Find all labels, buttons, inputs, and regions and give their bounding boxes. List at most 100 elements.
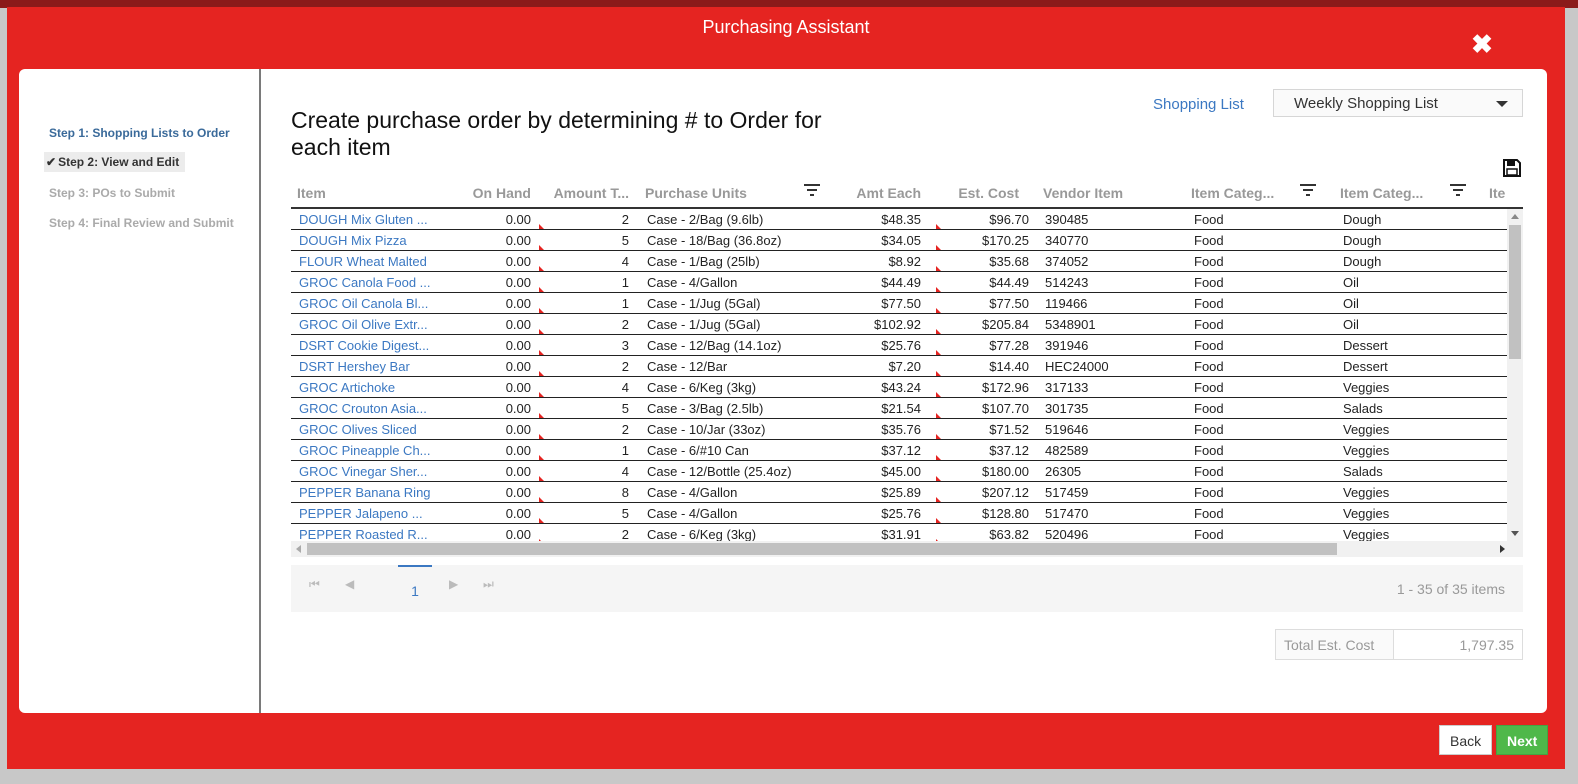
table-cell: Dessert	[1343, 359, 1388, 374]
table-cell: 0.00	[505, 254, 531, 269]
table-cell: 0.00	[505, 527, 531, 541]
close-icon[interactable]: ✖	[1469, 31, 1495, 57]
table-cell: $8.92	[888, 254, 921, 269]
col-item-more[interactable]: Ite	[1489, 185, 1523, 201]
table-row[interactable]: GROC Oil Canola Bl... 0.00 1 Case - 1/Jug (…	[291, 293, 1507, 314]
vertical-scrollbar[interactable]	[1507, 209, 1523, 541]
item-link[interactable]: GROC Oil Canola Bl...	[299, 296, 437, 311]
check-icon: ✔	[46, 155, 57, 169]
table-cell: Oil	[1343, 317, 1359, 332]
table-cell: 519646	[1045, 422, 1089, 437]
table-cell: 4	[621, 380, 629, 395]
table-row[interactable]: GROC Artichoke 0.00 4 Case - 6/Keg (3kg) $43…	[291, 377, 1507, 398]
back-button[interactable]: Back	[1439, 725, 1493, 755]
table-cell: Case - 6/Keg (3kg)	[647, 527, 757, 541]
table-row[interactable]: GROC Pineapple Ch... 0.00 1 Case - 6/#10 Ca…	[291, 440, 1507, 461]
scroll-up-icon[interactable]	[1511, 214, 1519, 219]
table-cell: 0.00	[505, 275, 531, 290]
item-link[interactable]: PEPPER Banana Ring	[299, 485, 437, 500]
item-link[interactable]: DOUGH Mix Gluten ...	[299, 212, 437, 227]
table-row[interactable]: GROC Crouton Asia... 0.00 5 Case - 3/Bag (2…	[291, 398, 1507, 419]
dirty-cell-marker	[936, 329, 941, 334]
step-4: Step 4: Final Review and Submit	[49, 216, 234, 230]
first-page-icon[interactable]: ⏮	[309, 577, 320, 592]
col-amt-each[interactable]: Amt Each	[831, 185, 921, 201]
col-est-cost[interactable]: Est. Cost	[931, 185, 1019, 201]
dirty-cell-marker	[936, 266, 941, 271]
item-link[interactable]: GROC Oil Olive Extr...	[299, 317, 437, 332]
item-link[interactable]: GROC Vinegar Sher...	[299, 464, 437, 479]
table-cell: Case - 10/Jar (33oz)	[647, 422, 766, 437]
table-cell: Case - 4/Gallon	[647, 506, 738, 521]
save-icon[interactable]	[1503, 159, 1521, 177]
next-page-icon[interactable]: ▶	[449, 577, 458, 591]
table-cell: 390485	[1045, 212, 1089, 227]
table-row[interactable]: DSRT Hershey Bar 0.00 2 Case - 12/Bar $7.20 $…	[291, 356, 1507, 377]
table-cell: $25.76	[881, 506, 921, 521]
table-cell: $77.28	[989, 338, 1029, 353]
table-row[interactable]: GROC Olives Sliced 0.00 2 Case - 10/Jar (33…	[291, 419, 1507, 440]
item-link[interactable]: DOUGH Mix Pizza	[299, 233, 437, 248]
horizontal-scrollbar[interactable]	[291, 541, 1523, 557]
item-link[interactable]: GROC Pineapple Ch...	[299, 443, 437, 458]
grid-body: DOUGH Mix Gluten ... 0.00 2 Case - 2/Bag (9…	[291, 209, 1507, 541]
last-page-icon[interactable]: ⏭	[483, 577, 494, 592]
scroll-thumb[interactable]	[1509, 225, 1521, 359]
col-item[interactable]: Item	[297, 185, 447, 201]
table-cell: 5	[621, 401, 629, 416]
table-row[interactable]: DSRT Cookie Digest... 0.00 3 Case - 12/Bag …	[291, 335, 1507, 356]
table-cell: 2	[621, 422, 629, 437]
table-cell: Food	[1194, 275, 1224, 290]
step-2[interactable]: ✔ Step 2: View and Edit	[44, 152, 186, 172]
step-1[interactable]: Step 1: Shopping Lists to Order	[49, 126, 230, 140]
col-item-category-2[interactable]: Item Categ...	[1340, 185, 1440, 201]
table-row[interactable]: PEPPER Banana Ring 0.00 8 Case - 4/Gallon $2…	[291, 482, 1507, 503]
item-link[interactable]: PEPPER Roasted R...	[299, 527, 437, 541]
filter-icon[interactable]	[1450, 183, 1466, 197]
scroll-down-icon[interactable]	[1511, 531, 1519, 536]
item-link[interactable]: GROC Olives Sliced	[299, 422, 437, 437]
prev-page-icon[interactable]: ◀	[345, 577, 354, 591]
item-link[interactable]: DSRT Cookie Digest...	[299, 338, 437, 353]
col-amount-to-order[interactable]: Amount T...	[539, 185, 629, 201]
table-cell: $31.91	[881, 527, 921, 541]
table-row[interactable]: FLOUR Wheat Malted 0.00 4 Case - 1/Bag (25l…	[291, 251, 1507, 272]
filter-icon[interactable]	[804, 183, 820, 197]
table-row[interactable]: PEPPER Jalapeno ... 0.00 5 Case - 4/Gallon $…	[291, 503, 1507, 524]
next-button[interactable]: Next	[1496, 725, 1549, 755]
table-cell: Oil	[1343, 275, 1359, 290]
table-cell: Case - 6/#10 Can	[647, 443, 749, 458]
table-row[interactable]: PEPPER Roasted R... 0.00 2 Case - 6/Keg (3k…	[291, 524, 1507, 541]
item-link[interactable]: PEPPER Jalapeno ...	[299, 506, 437, 521]
item-link[interactable]: GROC Canola Food ...	[299, 275, 437, 290]
item-link[interactable]: FLOUR Wheat Malted	[299, 254, 437, 269]
col-item-category-1[interactable]: Item Categ...	[1191, 185, 1291, 201]
table-cell: $35.76	[881, 422, 921, 437]
col-purchase-units[interactable]: Purchase Units	[645, 185, 795, 201]
col-on-hand[interactable]: On Hand	[451, 185, 531, 201]
dropdown-toggle[interactable]	[1482, 90, 1522, 116]
scroll-thumb[interactable]	[307, 543, 1337, 555]
table-cell: Case - 12/Bar	[647, 359, 728, 374]
filter-icon[interactable]	[1300, 183, 1316, 197]
table-row[interactable]: GROC Canola Food ... 0.00 1 Case - 4/Gallon…	[291, 272, 1507, 293]
dirty-cell-marker	[936, 392, 941, 397]
total-label: Total Est. Cost	[1276, 630, 1394, 659]
table-cell: Case - 4/Gallon	[647, 275, 738, 290]
table-cell: HEC24000	[1045, 359, 1109, 374]
table-cell: $48.35	[881, 212, 921, 227]
table-row[interactable]: GROC Vinegar Sher... 0.00 4 Case - 12/Bottl…	[291, 461, 1507, 482]
col-vendor-item[interactable]: Vendor Item	[1043, 185, 1173, 201]
item-link[interactable]: GROC Artichoke	[299, 380, 437, 395]
item-link[interactable]: GROC Crouton Asia...	[299, 401, 437, 416]
scroll-right-icon[interactable]	[1500, 545, 1505, 553]
table-row[interactable]: DOUGH Mix Pizza 0.00 5 Case - 18/Bag (36.8o…	[291, 230, 1507, 251]
item-link[interactable]: DSRT Hershey Bar	[299, 359, 437, 374]
table-row[interactable]: DOUGH Mix Gluten ... 0.00 2 Case - 2/Bag (9…	[291, 209, 1507, 230]
page-number[interactable]: 1	[398, 565, 432, 599]
dirty-cell-marker	[936, 455, 941, 460]
shopping-list-select[interactable]: Weekly Shopping List	[1273, 89, 1523, 117]
table-row[interactable]: GROC Oil Olive Extr... 0.00 2 Case - 1/Jug …	[291, 314, 1507, 335]
table-cell: 4	[621, 254, 629, 269]
scroll-left-icon[interactable]	[296, 545, 301, 553]
